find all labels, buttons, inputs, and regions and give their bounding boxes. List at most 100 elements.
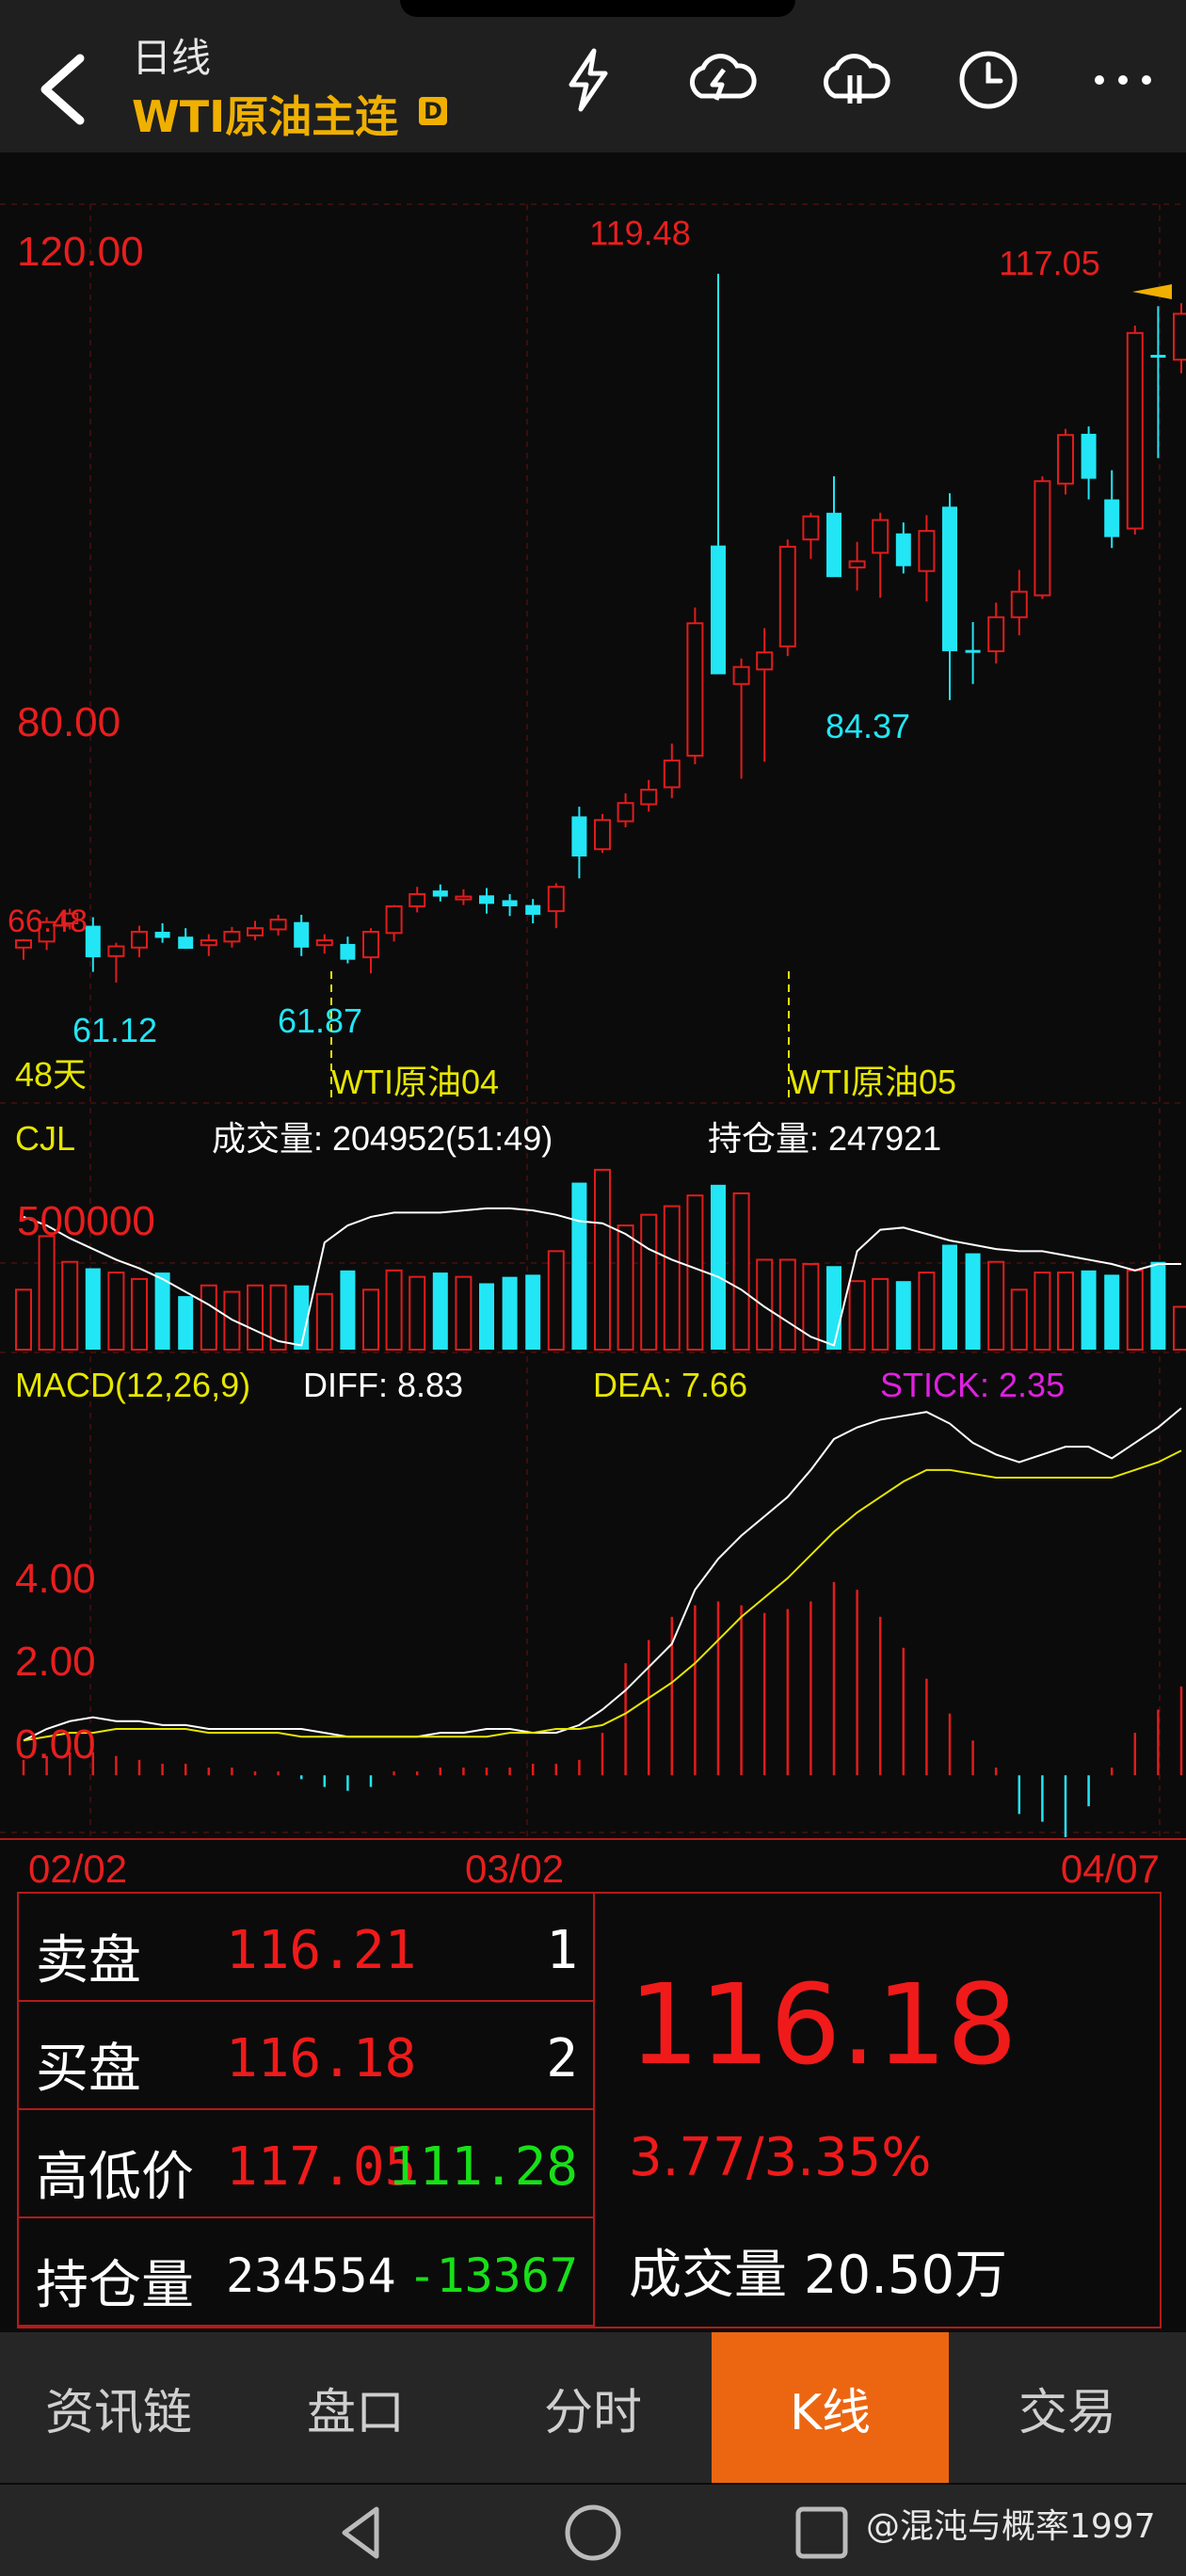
volume-bar-up: [686, 1194, 704, 1351]
sell-label: 卖盘: [36, 1930, 141, 1992]
volume-bar-up: [362, 1288, 379, 1352]
cloud-upload-icon[interactable]: [678, 38, 762, 122]
back-arrow-icon[interactable]: [28, 38, 104, 132]
volume-bar-up: [223, 1290, 241, 1351]
volume-bar-up: [1126, 1269, 1144, 1351]
volume-bar-up: [409, 1275, 426, 1352]
day-volume-value: 20.50万: [803, 2245, 1008, 2306]
last-price-marker: [1132, 284, 1172, 299]
volume-bar-up: [918, 1272, 936, 1351]
volume-bar-up: [732, 1192, 750, 1352]
buy-qty: 2: [546, 2028, 578, 2089]
volume-bar-up: [594, 1168, 611, 1352]
days-label: 48天: [15, 1055, 87, 1094]
macd-diff: DIFF: 8.83: [303, 1366, 463, 1404]
sell-row[interactable]: 卖盘 116.21 1: [19, 1894, 595, 2002]
candle-body-up: [131, 931, 148, 949]
candle-body-down: [1081, 433, 1097, 479]
low2-annotation: 61.87: [278, 1001, 362, 1040]
candle-body-up: [200, 939, 217, 947]
volume-bar-down: [1150, 1261, 1166, 1350]
nav-recents-icon[interactable]: [789, 2502, 855, 2564]
tab-kline[interactable]: K线: [712, 2332, 949, 2483]
candle-body-up: [547, 886, 565, 913]
buy-row[interactable]: 买盘 116.18 2: [19, 2002, 595, 2110]
clock-icon[interactable]: [946, 38, 1031, 122]
lightning-icon[interactable]: [546, 38, 631, 122]
price-change: 3.77/3.35%: [629, 2127, 932, 2188]
tab-trade[interactable]: 交易: [949, 2332, 1186, 2483]
volume-bar-up: [987, 1260, 1005, 1351]
candle-body-down: [294, 921, 310, 948]
candlestick-series: [15, 273, 1186, 983]
tab-order-book[interactable]: 盘口: [237, 2332, 474, 2483]
more-icon[interactable]: [1081, 38, 1165, 122]
period-label[interactable]: 日线: [132, 26, 211, 84]
tab-news-chain[interactable]: 资讯链: [0, 2332, 237, 2483]
volume-bar-down: [1104, 1274, 1120, 1350]
date-label-0202: 02/02: [28, 1847, 127, 1889]
sell-price: 116.21: [226, 1920, 417, 1981]
candle-body-down: [85, 925, 101, 958]
contract-label-05: WTI原油05: [789, 1063, 956, 1101]
nav-home-icon[interactable]: [560, 2502, 626, 2564]
volume-bar-down: [85, 1268, 101, 1350]
candle-body-down: [1150, 355, 1166, 359]
volume-bar-up: [107, 1272, 125, 1351]
volume-bar-up: [1057, 1272, 1074, 1351]
contract-title[interactable]: WTI原油主连: [132, 83, 398, 145]
open-interest-change: -13367: [408, 2248, 578, 2303]
left-top-annotation: 66.48: [8, 904, 88, 939]
candle-body-up: [247, 927, 264, 936]
candle-body-down: [711, 545, 726, 675]
volume-bar-up: [315, 1292, 333, 1351]
candle-body-up: [848, 560, 866, 568]
cloud-download-icon[interactable]: [811, 38, 896, 122]
volume-bar-down: [178, 1296, 194, 1350]
sell-qty: 1: [546, 1920, 578, 1981]
volume-bar-up: [848, 1280, 866, 1351]
date-label-0302: 03/02: [465, 1847, 564, 1889]
volume-bar-up: [247, 1284, 264, 1351]
candle-body-down: [895, 533, 911, 567]
candle-body-up: [1010, 590, 1028, 618]
high-annotation: 119.48: [589, 214, 690, 252]
volume-bar-up: [663, 1205, 681, 1351]
macd-series: [22, 1407, 1183, 1837]
candle-body-down: [340, 943, 356, 960]
last-high-annotation: 117.05: [999, 244, 1099, 282]
candle-body-up: [987, 616, 1005, 652]
volume-indicator-label[interactable]: CJL: [15, 1119, 75, 1158]
volume-bar-up: [547, 1250, 565, 1351]
nav-back-icon[interactable]: [329, 2502, 395, 2564]
macd-axis-4: 4.00: [15, 1556, 96, 1602]
daily-badge: D: [419, 97, 447, 125]
tab-time-share[interactable]: 分时: [474, 2332, 712, 2483]
volume-bar-up: [385, 1269, 403, 1351]
candle-body-down: [154, 932, 170, 938]
macd-diff-line: [23, 1407, 1182, 1742]
macd-label[interactable]: MACD(12,26,9): [15, 1366, 250, 1404]
date-label-0407: 04/07: [1061, 1847, 1160, 1889]
watermark: @混沌与概率1997: [866, 2507, 1156, 2546]
kline-chart[interactable]: 120.00 80.00 119.48 117.05 66.48 61.12 6…: [0, 152, 1186, 1889]
macd-axis-2: 2.00: [15, 1639, 96, 1685]
candle-body-up: [385, 904, 403, 935]
volume-bar-down: [571, 1182, 587, 1350]
volume-bar-down: [502, 1276, 518, 1350]
open-interest-info: 持仓量: 247921: [708, 1119, 941, 1158]
volume-bar-down: [525, 1274, 541, 1350]
volume-bar-up: [131, 1277, 148, 1352]
candle-body-up: [409, 893, 426, 907]
candle-body-up: [594, 819, 611, 851]
volume-bar-up: [778, 1258, 796, 1351]
volume-bar-up: [1010, 1288, 1028, 1352]
volume-bar-down: [711, 1184, 726, 1350]
candle-body-up: [15, 939, 32, 949]
candle-body-up: [778, 545, 796, 648]
low1-annotation: 61.12: [72, 1011, 157, 1049]
macd-stick: STICK: 2.35: [880, 1366, 1065, 1404]
candle-body-up: [455, 895, 473, 901]
candle-body-up: [1173, 312, 1186, 361]
macd-dea: DEA: 7.66: [593, 1366, 747, 1404]
